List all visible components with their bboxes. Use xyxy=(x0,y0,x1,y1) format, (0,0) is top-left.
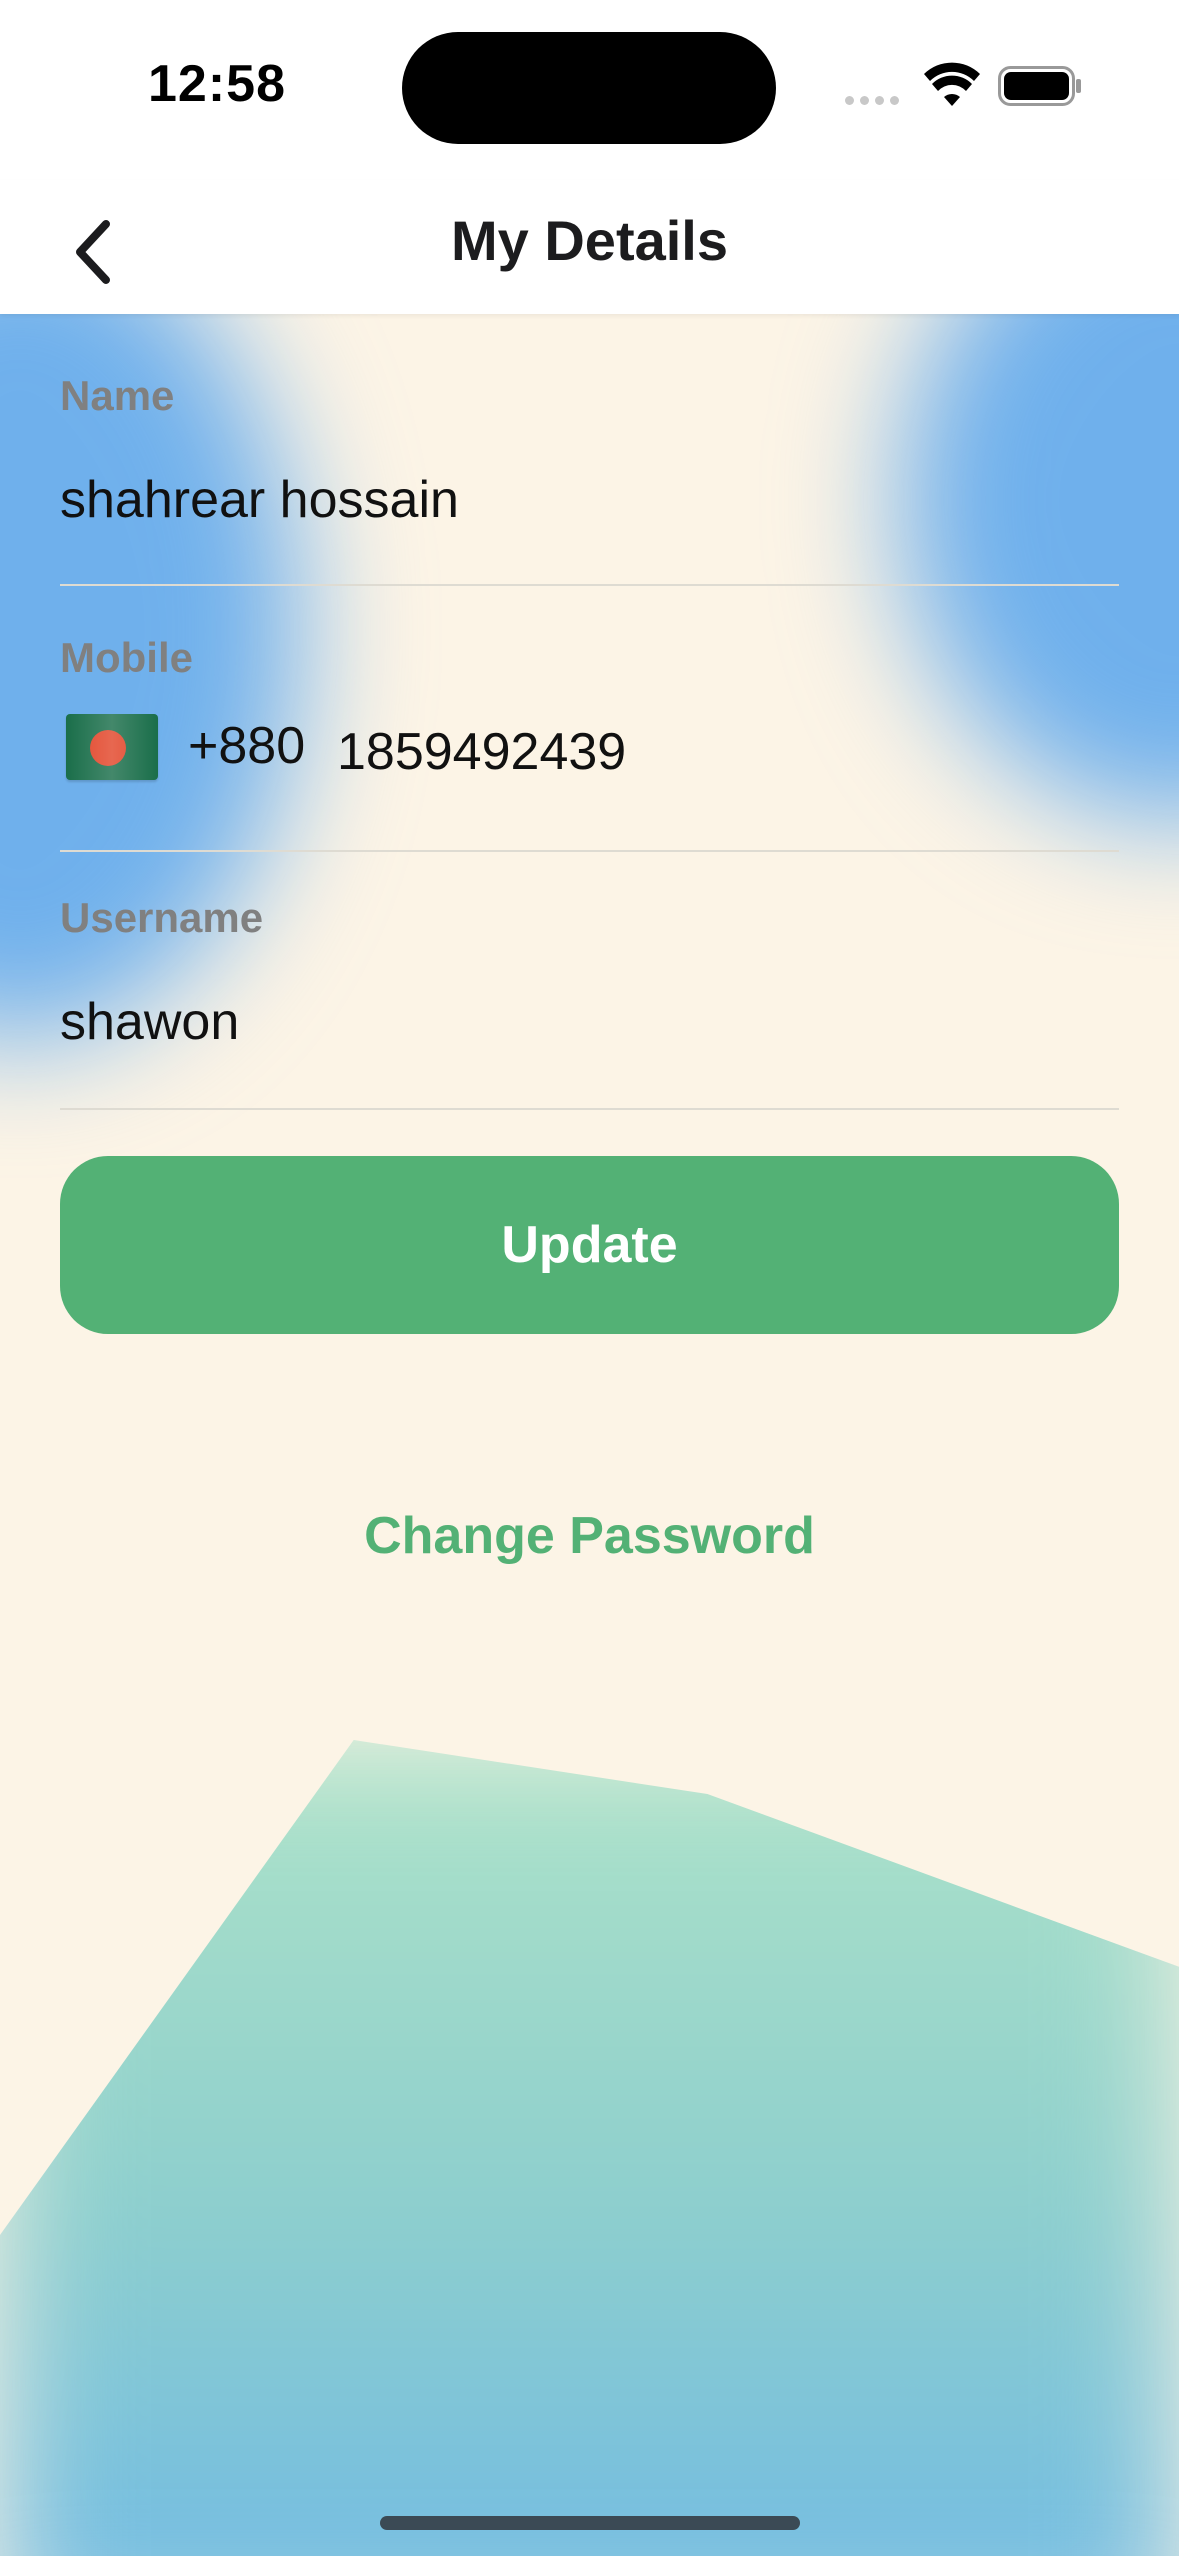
country-dial-code[interactable]: +880 xyxy=(188,716,305,776)
status-bar: 12:58 xyxy=(0,0,1179,180)
name-input[interactable]: shahrear hossain xyxy=(60,470,459,530)
phone-number-input[interactable]: 1859492439 xyxy=(337,722,626,782)
username-field[interactable]: Username shawon xyxy=(60,852,1119,1110)
update-button[interactable]: Update xyxy=(60,1156,1119,1334)
name-field[interactable]: Name shahrear hossain xyxy=(60,314,1119,586)
status-time: 12:58 xyxy=(148,55,286,113)
cellular-signal-icon xyxy=(845,96,905,106)
page-title: My Details xyxy=(451,209,728,272)
dynamic-island xyxy=(402,32,776,144)
mobile-field[interactable]: Mobile +880 1859492439 xyxy=(60,586,1119,852)
username-input[interactable]: shawon xyxy=(60,992,239,1052)
wifi-icon xyxy=(924,62,980,106)
bangladesh-flag-icon[interactable] xyxy=(66,714,158,780)
details-form: Name shahrear hossain Mobile +880 185949… xyxy=(60,314,1119,1110)
battery-icon xyxy=(998,66,1081,106)
home-indicator xyxy=(380,2516,800,2530)
navigation-bar: My Details xyxy=(0,180,1179,314)
mobile-label: Mobile xyxy=(60,634,193,681)
background-blob-bottom xyxy=(0,1740,1179,2556)
username-label: Username xyxy=(60,894,264,941)
name-label: Name xyxy=(60,372,175,419)
change-password-link[interactable]: Change Password xyxy=(0,1506,1179,1566)
